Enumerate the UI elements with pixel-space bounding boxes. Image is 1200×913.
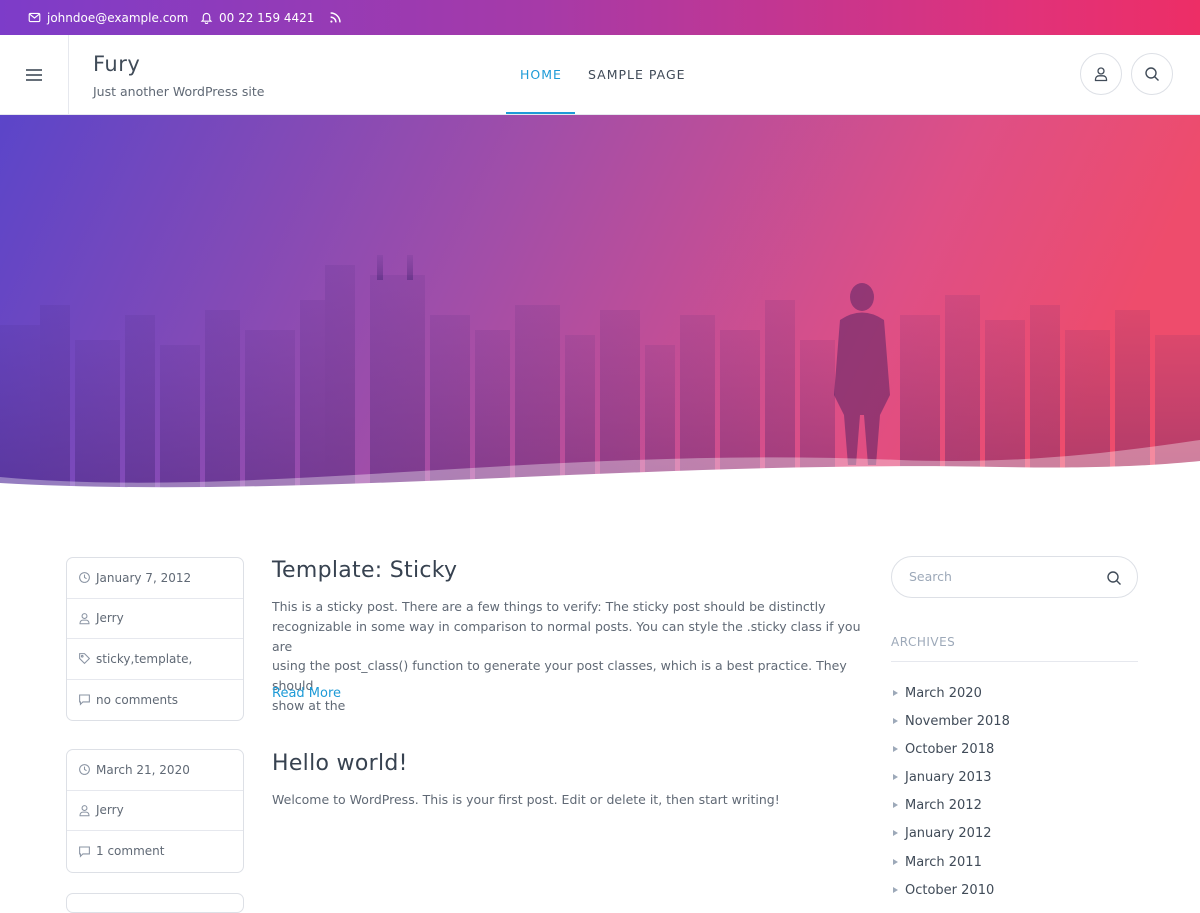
caret-right-icon <box>893 774 898 780</box>
archive-label: October 2018 <box>905 741 995 757</box>
post-excerpt-line: This is a sticky post. There are a few t… <box>272 599 826 614</box>
archives-divider <box>891 661 1138 662</box>
hamburger-icon <box>26 68 42 81</box>
post-excerpt-line: recognizable in some way in comparison t… <box>272 618 861 654</box>
post-author[interactable]: Jerry <box>67 599 243 639</box>
tag-icon <box>79 653 91 665</box>
post-author[interactable]: Jerry <box>67 791 243 831</box>
comment-icon <box>79 694 90 706</box>
nav-active-indicator <box>506 112 575 114</box>
post-title[interactable]: Template: Sticky <box>272 558 457 583</box>
post-meta-card: March 21, 2020 Jerry 1 comment <box>66 749 244 873</box>
post-author-text: Jerry <box>96 611 124 626</box>
archive-link[interactable]: November 2018 <box>891 711 1010 731</box>
archive-link[interactable]: March 2012 <box>891 795 982 815</box>
nav-home[interactable]: HOME <box>520 35 562 114</box>
rss-icon <box>330 12 341 23</box>
search-icon[interactable] <box>1106 570 1122 586</box>
clock-icon <box>79 764 90 776</box>
header-search-button[interactable] <box>1131 53 1173 95</box>
read-more-link[interactable]: Read More <box>272 686 341 701</box>
archive-label: November 2018 <box>905 713 1010 729</box>
caret-right-icon <box>893 859 898 865</box>
post-meta-card: January 7, 2012 Jerry sticky,template, n… <box>66 557 244 721</box>
post-date-text: January 7, 2012 <box>96 570 192 585</box>
post-title[interactable]: Hello world! <box>272 751 408 776</box>
site-title[interactable]: Fury <box>93 52 140 76</box>
archive-link[interactable]: January 2013 <box>891 767 992 787</box>
archive-link[interactable]: March 2020 <box>891 683 982 703</box>
site-header: Fury Just another WordPress site HOME SA… <box>0 35 1200 115</box>
nav-sample-page[interactable]: SAMPLE PAGE <box>588 35 686 114</box>
caret-right-icon <box>893 690 898 696</box>
account-button[interactable] <box>1080 53 1122 95</box>
comment-icon <box>79 846 90 858</box>
sidebar-search-input[interactable]: Search <box>891 556 1138 598</box>
post-comments[interactable]: no comments <box>67 680 243 721</box>
search-icon <box>1145 67 1159 81</box>
topbar-email: johndoe@example.com <box>47 10 189 25</box>
user-icon <box>1094 67 1108 82</box>
post-excerpt-line: using the post_class() function to gener… <box>272 658 847 694</box>
archive-link[interactable]: March 2011 <box>891 852 982 872</box>
clock-icon <box>79 572 90 584</box>
user-icon <box>79 804 90 817</box>
user-icon <box>79 612 90 625</box>
search-placeholder: Search <box>909 569 952 584</box>
archive-label: March 2020 <box>905 685 982 701</box>
topbar: johndoe@example.com 00 22 159 4421 <box>0 0 1200 35</box>
topbar-phone-link[interactable]: 00 22 159 4421 <box>200 0 314 35</box>
archives-title: ARCHIVES <box>891 635 956 649</box>
topbar-email-link[interactable]: johndoe@example.com <box>28 0 188 35</box>
post-tags-text: sticky,template, <box>96 651 193 666</box>
archive-label: January 2013 <box>905 769 992 785</box>
caret-right-icon <box>893 718 898 724</box>
post-excerpt-line: show at the <box>272 697 346 713</box>
mail-icon <box>28 12 41 23</box>
menu-toggle-button[interactable] <box>0 35 69 114</box>
post-excerpt: This is a sticky post. There are a few t… <box>272 597 867 716</box>
post-author-text: Jerry <box>96 803 124 818</box>
post-comments[interactable]: 1 comment <box>67 831 243 872</box>
post-comments-text: 1 comment <box>96 844 165 859</box>
site-description: Just another WordPress site <box>93 84 265 99</box>
bell-icon <box>200 12 213 24</box>
post-excerpt: Welcome to WordPress. This is your first… <box>272 792 780 807</box>
archive-label: March 2011 <box>905 854 982 870</box>
archive-label: January 2012 <box>905 825 992 841</box>
archive-link[interactable]: October 2018 <box>891 739 994 759</box>
rss-link[interactable] <box>329 0 342 35</box>
caret-right-icon <box>893 830 898 836</box>
post-meta-card <box>66 893 244 913</box>
archive-link[interactable]: January 2012 <box>891 823 992 843</box>
post-tags[interactable]: sticky,template, <box>67 639 243 680</box>
archive-label: October 2010 <box>905 882 995 898</box>
post-date[interactable]: March 21, 2020 <box>67 750 243 791</box>
caret-right-icon <box>893 802 898 808</box>
topbar-phone: 00 22 159 4421 <box>219 10 315 25</box>
caret-right-icon <box>893 887 898 893</box>
hero-banner <box>0 115 1200 495</box>
archive-link[interactable]: October 2010 <box>891 880 994 900</box>
caret-right-icon <box>893 746 898 752</box>
post-comments-text: no comments <box>96 692 179 707</box>
post-date[interactable]: January 7, 2012 <box>67 558 243 599</box>
hero-illustration <box>0 115 1200 495</box>
archive-label: March 2012 <box>905 797 982 813</box>
post-date-text: March 21, 2020 <box>96 762 190 777</box>
